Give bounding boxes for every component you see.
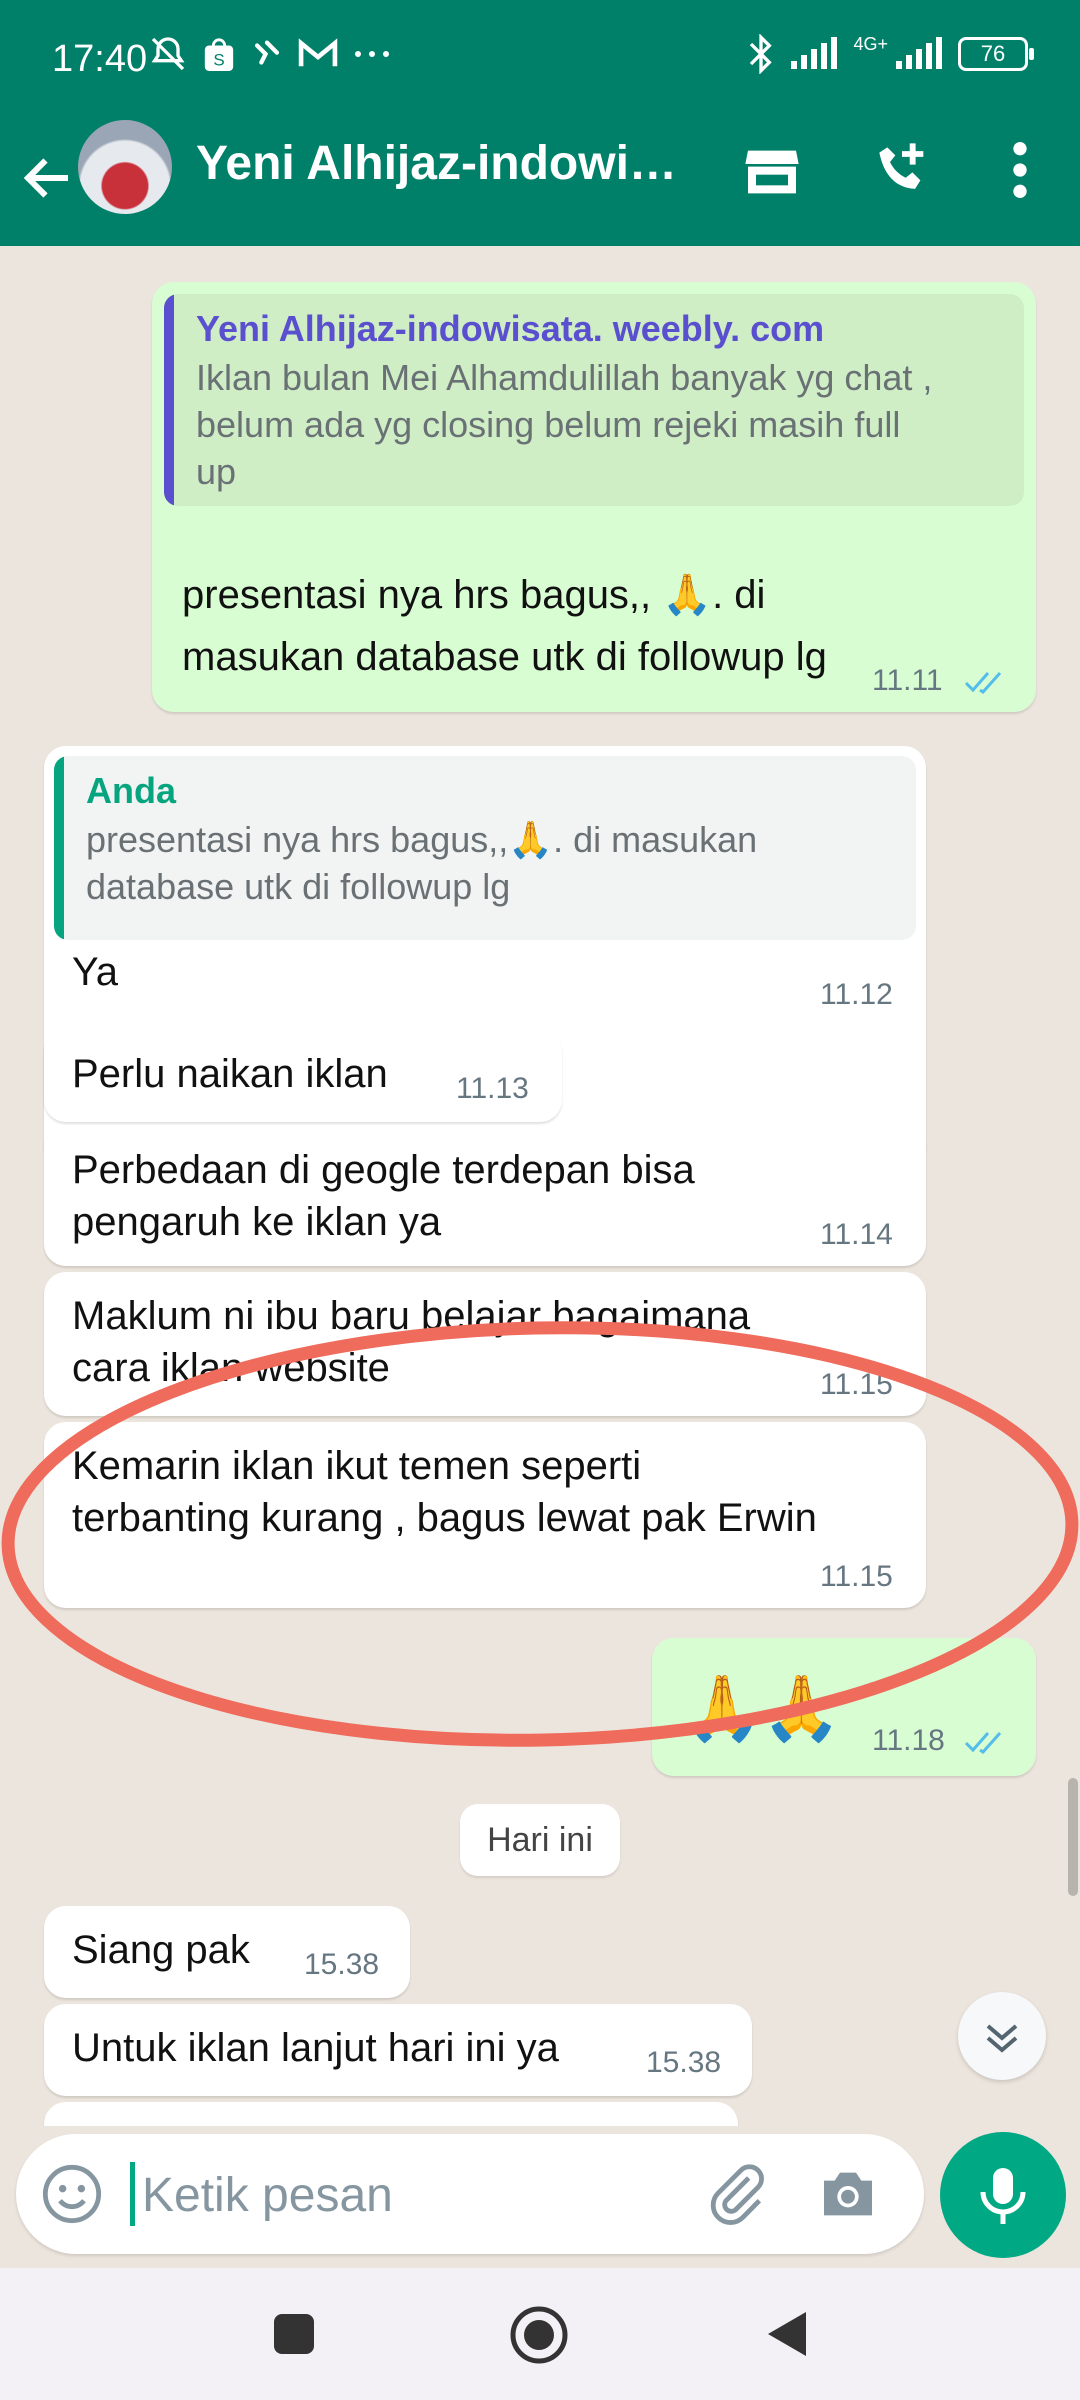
message-line: cara iklan website: [72, 1346, 390, 1390]
mic-button[interactable]: [940, 2132, 1066, 2258]
top-bar: 17:40 S 4G+ 76 Yeni Alhijaz-indowis…: [0, 0, 1080, 246]
message-time: 11.11: [872, 664, 943, 697]
recents-square-icon[interactable]: [270, 2310, 318, 2358]
home-circle-icon[interactable]: [508, 2304, 570, 2366]
gmail-icon: [298, 38, 338, 67]
quoted-message[interactable]: Anda presentasi nya hrs bagus,,🙏. di mas…: [54, 756, 916, 940]
message-incoming[interactable]: Perbedaan di geogle terdepan bisa pengar…: [44, 1126, 926, 1266]
quote-line: belum ada yg closing belum rejeki masih …: [196, 404, 901, 445]
message-text: Ya: [72, 946, 118, 998]
quote-text: presentasi nya hrs bagus,,🙏. di masukan …: [86, 816, 757, 910]
contact-name[interactable]: Yeni Alhijaz-indowis…: [196, 136, 686, 191]
message-text: Perbedaan di geogle terdepan bisa pengar…: [72, 1144, 695, 1248]
read-ticks-icon: [964, 671, 1002, 694]
date-divider: Hari ini: [460, 1804, 620, 1876]
quote-accent-bar: [54, 756, 64, 940]
add-call-icon[interactable]: [870, 138, 934, 202]
message-line: terbanting kurang , bagus lewat pak Erwi…: [72, 1496, 817, 1540]
app-notification-icon: [254, 40, 280, 65]
quote-line: database utk di followup lg: [86, 866, 511, 907]
more-vert-icon[interactable]: [1000, 138, 1040, 202]
message-incoming[interactable]: Maklum ni ibu baru belajar bagaimana car…: [44, 1272, 926, 1416]
message-incoming[interactable]: Perlu naikan iklan 11.13: [44, 1030, 562, 1122]
camera-icon[interactable]: [816, 2162, 880, 2226]
mute-bell-icon: [151, 37, 185, 71]
chat-area[interactable]: Yeni Alhijaz-indowisata. weebly. com Ikl…: [0, 246, 1080, 2126]
more-notifications-icon: [355, 51, 389, 57]
scroll-to-bottom-button[interactable]: [958, 1992, 1046, 2080]
system-nav-bar: [0, 2268, 1080, 2400]
message-time: 11.18: [872, 1724, 945, 1757]
quote-sender: Yeni Alhijaz-indowisata. weebly. com: [196, 308, 825, 349]
message-time: 11.14: [820, 1218, 893, 1251]
message-text: Maklum ni ibu baru belajar bagaimana car…: [72, 1290, 750, 1394]
message-time: 11.12: [820, 978, 893, 1011]
double-chevron-down-icon: [986, 2024, 1018, 2053]
attach-icon[interactable]: [706, 2162, 770, 2226]
message-outgoing[interactable]: 🙏🙏 11.18: [652, 1638, 1036, 1776]
message-text: Siang pak: [72, 1924, 250, 1976]
message-line: Siang pak: [72, 1928, 250, 1972]
message-line: Perlu naikan iklan: [72, 1052, 388, 1096]
message-text: 🙏🙏: [682, 1672, 841, 1744]
battery-level: 76: [980, 41, 1006, 66]
quote-line: Iklan bulan Mei Alhamdulillah banyak yg …: [196, 357, 933, 398]
message-incoming[interactable]: Siang pak 15.38: [44, 1906, 410, 1998]
message-time: 11.13: [456, 1072, 529, 1105]
status-bar: 17:40 S 4G+ 76: [0, 0, 1080, 120]
quote-text: Iklan bulan Mei Alhamdulillah banyak yg …: [196, 354, 932, 495]
notification-icons: S: [148, 34, 392, 74]
signal-2-icon: [896, 37, 942, 69]
shop-icon[interactable]: [740, 140, 804, 204]
emoji-icon[interactable]: [40, 2162, 104, 2226]
quote-accent-bar: [164, 294, 174, 506]
system-icons: 4G+ 76: [747, 34, 1034, 74]
quoted-message[interactable]: Yeni Alhijaz-indowisata. weebly. com Ikl…: [164, 294, 1024, 506]
message-incoming[interactable]: Kemarin iklan ikut temen seperti terbant…: [44, 1422, 926, 1608]
svg-text:S: S: [213, 50, 224, 69]
message-line: Perbedaan di geogle terdepan bisa: [72, 1148, 695, 1192]
shopee-icon: S: [204, 38, 234, 71]
message-time: 11.15: [820, 1368, 893, 1401]
message-time: 11.15: [820, 1560, 893, 1593]
message-input-bar: [16, 2134, 924, 2254]
scrollbar-thumb[interactable]: [1068, 1778, 1078, 1896]
message-line: Kemarin iklan ikut temen seperti: [72, 1444, 642, 1488]
message-incoming-partial[interactable]: [44, 2102, 738, 2126]
quote-line: up: [196, 451, 237, 492]
message-line: Maklum ni ibu baru belajar bagaimana: [72, 1294, 751, 1338]
text-cursor: [130, 2162, 135, 2226]
quote-line: presentasi nya hrs bagus,,🙏. di masukan: [86, 819, 758, 860]
signal-icon: [791, 37, 838, 69]
status-time: 17:40: [52, 38, 148, 80]
back-arrow-icon[interactable]: [18, 148, 78, 208]
message-text: Perlu naikan iklan: [72, 1048, 388, 1100]
contact-avatar[interactable]: [78, 120, 172, 214]
mic-icon: [980, 2168, 1026, 2224]
message-line: 🙏🙏: [682, 1672, 842, 1744]
quote-sender: Anda: [86, 770, 176, 811]
battery-indicator: 76: [958, 37, 1034, 71]
back-triangle-icon[interactable]: [762, 2308, 810, 2360]
message-text: Untuk iklan lanjut hari ini ya: [72, 2022, 559, 2074]
message-text: Kemarin iklan ikut temen seperti terbant…: [72, 1440, 817, 1544]
message-line: Ya: [72, 950, 118, 994]
message-outgoing[interactable]: Yeni Alhijaz-indowisata. weebly. com Ikl…: [152, 282, 1036, 712]
message-line: presentasi nya hrs bagus,, 🙏. di: [182, 573, 766, 617]
bluetooth-icon: [750, 34, 773, 74]
message-time: 15.38: [304, 1948, 380, 1981]
message-line: Untuk iklan lanjut hari ini ya: [72, 2026, 559, 2070]
chat-header: Yeni Alhijaz-indowis…: [0, 120, 1080, 246]
message-input[interactable]: [140, 2154, 684, 2236]
network-type: 4G+: [853, 34, 888, 54]
message-line: pengaruh ke iklan ya: [72, 1200, 442, 1244]
message-time: 15.38: [646, 2046, 722, 2079]
message-incoming[interactable]: Untuk iklan lanjut hari ini ya 15.38: [44, 2004, 752, 2096]
read-ticks-icon: [964, 1731, 1002, 1754]
